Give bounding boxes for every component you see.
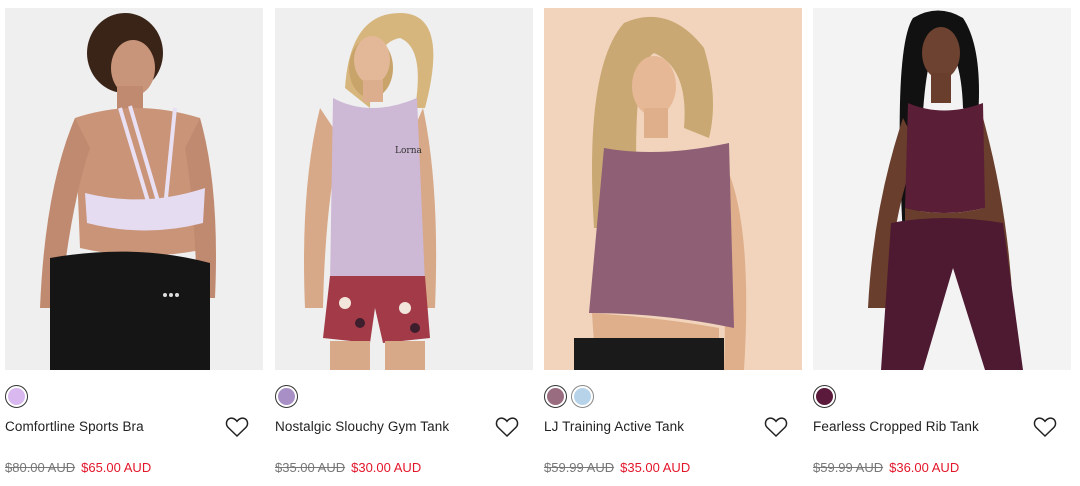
swatch-fill [278, 388, 295, 405]
color-swatch[interactable] [571, 385, 594, 408]
color-swatch[interactable] [544, 385, 567, 408]
product-card[interactable]: Lorna Nostalgic Slouchy Gym Tank $35.00 … [275, 0, 533, 486]
product-image[interactable] [5, 8, 263, 370]
was-price: $80.00 AUD [5, 460, 76, 475]
product-grid: Comfortline Sports Bra $80.00 AUD $65.00 … [0, 0, 1080, 486]
product-image[interactable]: Lorna [275, 8, 533, 370]
product-card[interactable]: Fearless Cropped Rib Tank $59.99 AUD $36.… [813, 0, 1071, 486]
swatch-fill [547, 388, 564, 405]
product-card[interactable]: LJ Training Active Tank $59.99 AUD $35.00… [544, 0, 802, 486]
product-name[interactable]: Comfortline Sports Bra [5, 419, 144, 434]
was-price: $59.99 AUD [544, 460, 615, 475]
color-swatches [813, 385, 836, 409]
color-swatches [544, 385, 594, 409]
price-block: $80.00 AUD $65.00 AUD [5, 460, 151, 475]
heart-outline-icon[interactable] [764, 416, 788, 438]
was-price: $35.00 AUD [275, 460, 346, 475]
color-swatch[interactable] [5, 385, 28, 408]
product-name[interactable]: LJ Training Active Tank [544, 419, 684, 434]
price-block: $35.00 AUD $30.00 AUD [275, 460, 421, 475]
heart-outline-icon[interactable] [495, 416, 519, 438]
product-name[interactable]: Fearless Cropped Rib Tank [813, 419, 979, 434]
color-swatches [5, 385, 28, 409]
price-block: $59.99 AUD $35.00 AUD [544, 460, 690, 475]
price-block: $59.99 AUD $36.00 AUD [813, 460, 959, 475]
product-image[interactable] [544, 8, 802, 370]
swatch-fill [816, 388, 833, 405]
color-swatch[interactable] [813, 385, 836, 408]
swatch-fill [574, 388, 591, 405]
product-image[interactable] [813, 8, 1071, 370]
sale-price: $36.00 AUD [889, 460, 960, 475]
heart-outline-icon[interactable] [225, 416, 249, 438]
sale-price: $65.00 AUD [81, 460, 152, 475]
was-price: $59.99 AUD [813, 460, 884, 475]
color-swatches [275, 385, 298, 409]
sale-price: $35.00 AUD [620, 460, 691, 475]
svg-text:Lorna: Lorna [395, 146, 422, 156]
color-swatch[interactable] [275, 385, 298, 408]
swatch-fill [8, 388, 25, 405]
product-card[interactable]: Comfortline Sports Bra $80.00 AUD $65.00 … [5, 0, 263, 486]
product-name[interactable]: Nostalgic Slouchy Gym Tank [275, 419, 449, 434]
sale-price: $30.00 AUD [351, 460, 422, 475]
heart-outline-icon[interactable] [1033, 416, 1057, 438]
